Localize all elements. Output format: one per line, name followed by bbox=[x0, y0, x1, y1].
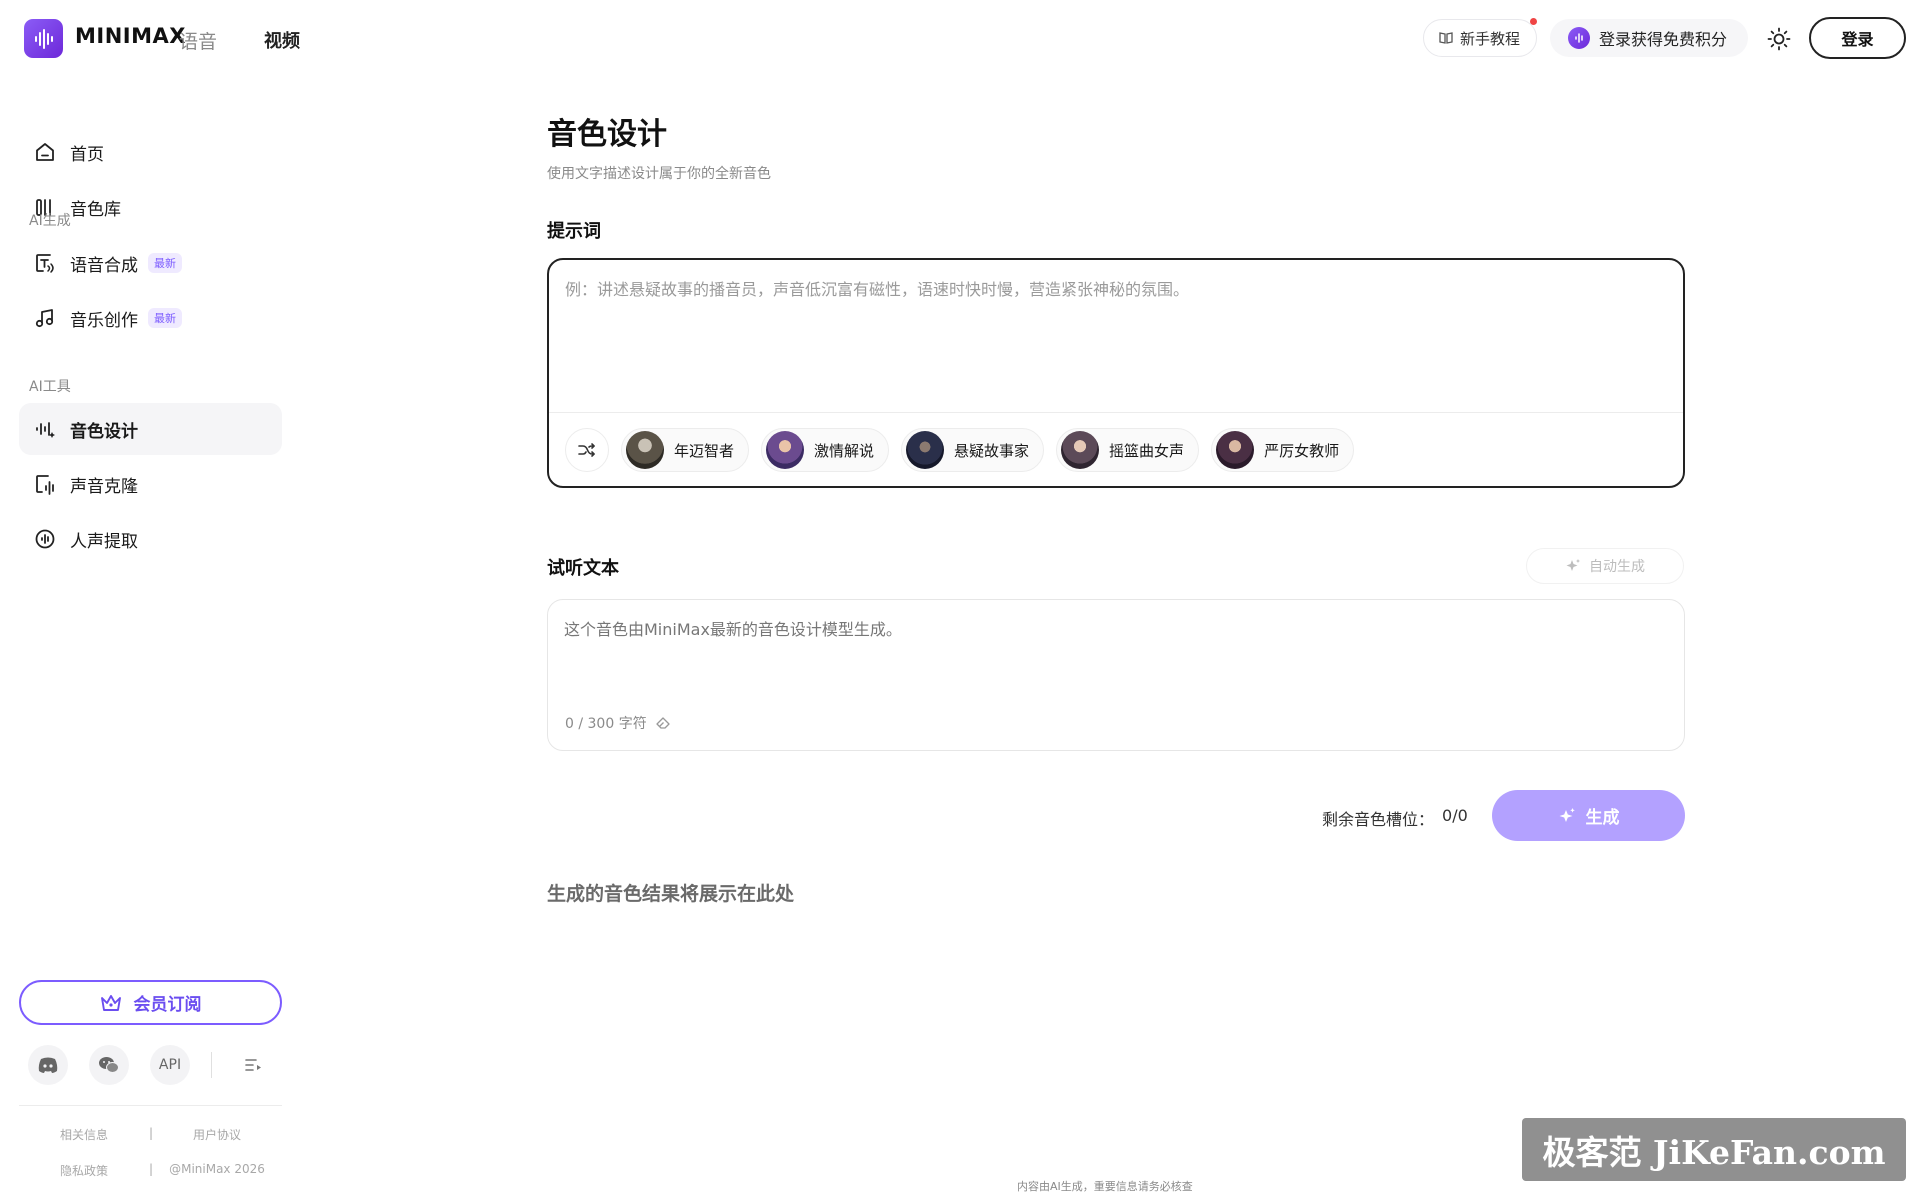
top-bar: MINIMAX 语音 视频 新手教程 登录获得免费积分 登录 bbox=[0, 0, 1920, 76]
privacy-policy-link[interactable]: 隐私政策 bbox=[19, 1162, 149, 1179]
membership-label: 会员订阅 bbox=[133, 995, 202, 1015]
preset-chip-label: 年迈智者 bbox=[674, 441, 735, 460]
sidebar-item-label: 语音合成 bbox=[70, 255, 138, 276]
text-to-speech-icon bbox=[36, 254, 54, 273]
api-link[interactable]: API bbox=[150, 1045, 190, 1085]
membership-button[interactable]: 会员订阅 bbox=[19, 980, 282, 1025]
brand-sub-voice[interactable]: 语音 bbox=[179, 27, 217, 54]
eraser-icon[interactable] bbox=[655, 716, 671, 730]
new-badge: 最新 bbox=[148, 253, 182, 273]
sidebar-item-voice-clone[interactable]: 声音克隆 bbox=[19, 458, 282, 510]
remaining-slots: 剩余音色槽位： 0/0 bbox=[1322, 806, 1468, 830]
minimax-logo-icon[interactable] bbox=[24, 19, 63, 58]
prompt-input[interactable] bbox=[565, 276, 1665, 396]
avatar bbox=[766, 431, 805, 469]
crown-icon bbox=[100, 994, 121, 1011]
credits-icon bbox=[1568, 27, 1590, 49]
auto-generate-label: 自动生成 bbox=[1589, 559, 1645, 575]
music-note-icon bbox=[35, 309, 54, 328]
social-links: API bbox=[28, 1045, 273, 1085]
vocal-extract-icon bbox=[35, 529, 55, 549]
slots-value: 0/0 bbox=[1442, 806, 1468, 825]
waveform-icon bbox=[36, 422, 55, 438]
login-button[interactable]: 登录 bbox=[1809, 17, 1906, 59]
shuffle-icon[interactable] bbox=[565, 428, 609, 472]
result-placeholder: 生成的音色结果将展示在此处 bbox=[547, 883, 795, 905]
avatar bbox=[906, 431, 945, 469]
sidebar-item-label: 首页 bbox=[70, 144, 104, 165]
voice-clone-icon bbox=[36, 475, 54, 495]
home-icon bbox=[36, 143, 54, 161]
preset-chip-label: 严厉女教师 bbox=[1264, 441, 1340, 460]
copyright-text: @MiniMax 2026 bbox=[169, 1162, 265, 1176]
divider bbox=[549, 412, 1683, 413]
preset-chip-passionate-commentary[interactable]: 激情解说 bbox=[761, 428, 890, 472]
wechat-icon[interactable] bbox=[89, 1045, 129, 1085]
footer-links-row-2: 隐私政策 | @MiniMax 2026 bbox=[19, 1162, 282, 1179]
sidebar-item-label: 音色设计 bbox=[70, 421, 138, 442]
preview-box: 0 / 300 字符 bbox=[547, 599, 1685, 751]
avatar bbox=[626, 431, 664, 469]
sparkle-icon bbox=[1559, 807, 1575, 822]
generate-label: 生成 bbox=[1585, 808, 1620, 828]
preview-text-input[interactable] bbox=[564, 616, 1664, 686]
preset-chip-strict-teacher[interactable]: 严厉女教师 bbox=[1211, 428, 1355, 472]
divider bbox=[211, 1052, 212, 1078]
more-menu-icon[interactable] bbox=[233, 1045, 273, 1085]
sidebar-divider bbox=[19, 1105, 282, 1106]
section-ai-tools: AI工具 bbox=[29, 379, 71, 395]
slots-label: 剩余音色槽位： bbox=[1322, 810, 1435, 829]
footer-links-row-1: 相关信息 | 用户协议 bbox=[19, 1126, 282, 1143]
sidebar-item-vocal-extract[interactable]: 人声提取 bbox=[19, 513, 282, 565]
sidebar: 首页 音色库 AI生成 语音合成 最新 音乐创作 最新 AI工具 音色设计 声音… bbox=[0, 76, 290, 1200]
section-ai-generation: AI生成 bbox=[29, 213, 71, 229]
theme-toggle-sun-icon[interactable] bbox=[1764, 24, 1794, 54]
sparkle-icon bbox=[1566, 559, 1580, 571]
tutorial-button[interactable]: 新手教程 bbox=[1423, 19, 1537, 57]
char-count-text: 0 / 300 字符 bbox=[565, 716, 647, 732]
preset-chip-label: 悬疑故事家 bbox=[954, 441, 1030, 460]
sidebar-item-music[interactable]: 音乐创作 最新 bbox=[19, 292, 282, 344]
credits-label: 登录获得免费积分 bbox=[1599, 30, 1728, 49]
char-count: 0 / 300 字符 bbox=[565, 713, 671, 733]
sidebar-item-label: 声音克隆 bbox=[70, 476, 138, 497]
preset-chip-label: 摇篮曲女声 bbox=[1109, 441, 1185, 460]
notification-dot bbox=[1530, 18, 1537, 25]
preset-chip-mystery-storyteller[interactable]: 悬疑故事家 bbox=[901, 428, 1045, 472]
discord-icon[interactable] bbox=[28, 1045, 68, 1085]
prompt-label: 提示词 bbox=[547, 221, 601, 242]
avatar bbox=[1061, 431, 1100, 469]
page-subtitle: 使用文字描述设计属于你的全新音色 bbox=[547, 166, 771, 182]
ai-disclaimer: 内容由AI生成，重要信息请务必核查 bbox=[1017, 1180, 1193, 1193]
preset-chips: 年迈智者 激情解说 悬疑故事家 摇篮曲女声 严厉女教师 bbox=[565, 428, 1355, 472]
preset-chip-lullaby-female[interactable]: 摇篮曲女声 bbox=[1056, 428, 1200, 472]
related-info-link[interactable]: 相关信息 bbox=[19, 1126, 149, 1143]
tutorial-label: 新手教程 bbox=[1460, 29, 1521, 48]
preview-text-label: 试听文本 bbox=[547, 558, 619, 579]
sidebar-item-voice-design[interactable]: 音色设计 bbox=[19, 403, 282, 455]
preset-chip-label: 激情解说 bbox=[814, 441, 875, 460]
new-badge: 最新 bbox=[148, 308, 182, 328]
watermark: 极客范 JiKeFan.com bbox=[1522, 1118, 1906, 1181]
nav-video-link[interactable]: 视频 bbox=[264, 27, 300, 53]
generate-button[interactable]: 生成 bbox=[1492, 790, 1685, 841]
brand-name[interactable]: MINIMAX bbox=[75, 24, 186, 48]
sidebar-item-home[interactable]: 首页 bbox=[19, 126, 282, 178]
sidebar-item-tts[interactable]: 语音合成 最新 bbox=[19, 237, 282, 289]
sidebar-item-label: 音乐创作 bbox=[70, 310, 138, 331]
page-title: 音色设计 bbox=[547, 117, 667, 152]
avatar bbox=[1216, 431, 1255, 469]
user-agreement-link[interactable]: 用户协议 bbox=[152, 1126, 282, 1143]
auto-generate-button[interactable]: 自动生成 bbox=[1526, 548, 1684, 584]
sidebar-item-label: 人声提取 bbox=[70, 531, 138, 552]
preset-chip-wise-elder[interactable]: 年迈智者 bbox=[621, 428, 750, 472]
free-credits-button[interactable]: 登录获得免费积分 bbox=[1550, 19, 1748, 57]
sidebar-item-label: 音色库 bbox=[70, 199, 121, 220]
book-icon bbox=[1439, 32, 1453, 44]
prompt-box: 年迈智者 激情解说 悬疑故事家 摇篮曲女声 严厉女教师 bbox=[547, 258, 1685, 488]
